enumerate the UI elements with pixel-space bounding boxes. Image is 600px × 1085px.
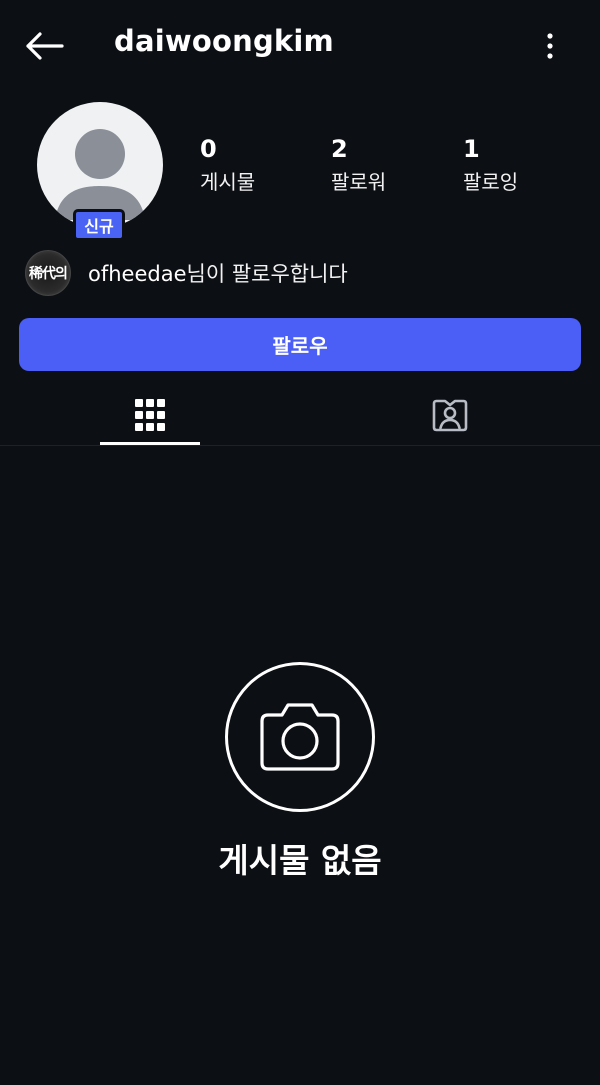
mutual-avatar: 稀代의	[25, 250, 71, 296]
more-options-button[interactable]	[536, 28, 564, 64]
top-bar: daiwoongkim	[0, 0, 600, 90]
stat-following[interactable]: 1 팔로잉	[463, 134, 518, 197]
follow-button[interactable]: 팔로우	[19, 318, 581, 371]
active-tab-indicator	[100, 442, 200, 445]
stat-followers[interactable]: 2 팔로워	[331, 134, 386, 197]
profile-username: daiwoongkim	[114, 24, 334, 58]
empty-state-text: 게시물 없음	[218, 841, 382, 880]
tagged-user-icon	[432, 399, 468, 431]
posts-label: 게시물	[200, 170, 256, 194]
empty-state-icon-circle	[225, 662, 375, 812]
mutual-username: ofheedae	[88, 262, 187, 286]
followers-label: 팔로워	[331, 170, 387, 194]
tab-posts-grid[interactable]	[0, 383, 300, 446]
grid-icon	[135, 398, 165, 431]
following-label: 팔로잉	[463, 170, 519, 194]
profile-tabs	[0, 383, 600, 446]
mutual-follow-text: ofheedae님이 팔로우합니다	[88, 258, 348, 288]
following-count: 1	[463, 135, 480, 163]
arrow-left-icon	[26, 32, 64, 60]
posts-count: 0	[200, 135, 217, 163]
mutual-suffix: 님이 팔로우합니다	[186, 262, 348, 286]
stat-posts[interactable]: 0 게시물	[200, 134, 255, 197]
more-vertical-icon	[547, 33, 553, 59]
camera-icon	[260, 703, 340, 771]
profile-screen: daiwoongkim 신규 0 게시물 2 팔로워 1 팔로잉 稀代의 ofh…	[0, 0, 600, 1085]
new-badge: 신규	[73, 209, 125, 241]
back-button[interactable]	[22, 26, 66, 66]
tab-tagged[interactable]	[300, 383, 600, 446]
followers-count: 2	[331, 135, 348, 163]
mutual-follow-row[interactable]: 稀代의 ofheedae님이 팔로우합니다	[25, 250, 348, 296]
